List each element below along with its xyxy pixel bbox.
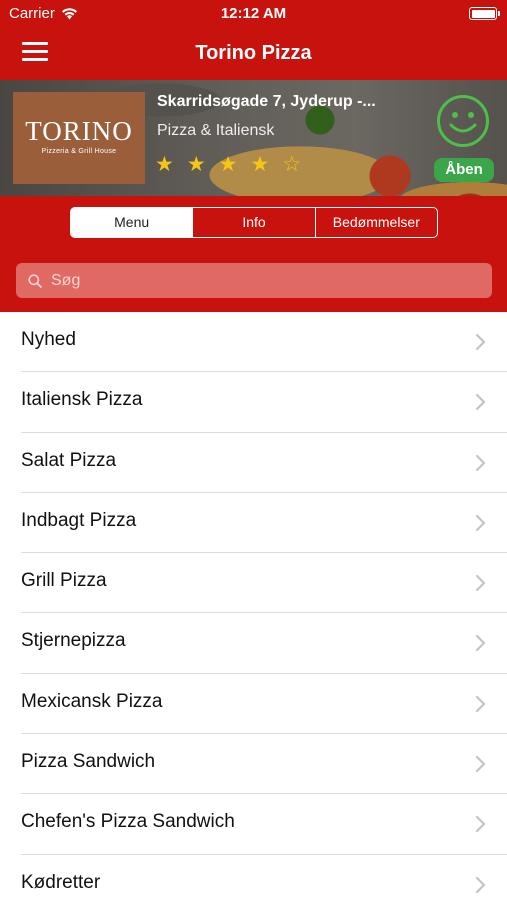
restaurant-cuisine: Pizza & Italiensk: [157, 122, 275, 139]
list-item-label: Kødretter: [21, 871, 101, 893]
status-time: 12:12 AM: [220, 5, 287, 22]
chevron-right-icon: [475, 514, 486, 531]
logo-name: TORINO: [25, 116, 133, 146]
list-item-label: Indbagt Pizza: [21, 509, 137, 531]
search-icon: [28, 273, 42, 288]
restaurant-logo: TORINO Pizzeria & Grill House: [13, 92, 145, 184]
nav-bar: Torino Pizza: [0, 28, 507, 80]
star-filled-icon: ★: [186, 153, 206, 176]
segmented-control: Menu Info Bedømmelser: [70, 207, 438, 238]
list-item-label: Nyhed: [21, 329, 76, 350]
chevron-right-icon: [475, 755, 486, 773]
tab-info[interactable]: Info: [192, 208, 314, 237]
tab-reviews[interactable]: Bedømmelser: [314, 208, 437, 237]
list-item[interactable]: Grill Pizza: [0, 553, 507, 614]
chevron-right-icon: [475, 635, 486, 652]
list-item-label: Italiensk Pizza: [21, 389, 143, 411]
smiley-icon[interactable]: [436, 94, 490, 148]
chevron-right-icon: [475, 816, 486, 833]
restaurant-banner: TORINO Pizzeria & Grill House Skarridsøg…: [0, 80, 507, 196]
restaurant-address: Skarridsøgade 7, Jyderup -...: [157, 93, 376, 110]
list-item[interactable]: Pizza Sandwich: [0, 734, 507, 795]
chevron-right-icon: [475, 333, 486, 351]
list-item-label: Pizza Sandwich: [21, 751, 156, 773]
status-bar: Carrier 12:12 AM: [0, 0, 507, 28]
search-input[interactable]: [51, 271, 471, 290]
list-item[interactable]: Indbagt Pizza: [0, 493, 507, 554]
list-item-label: Mexicansk Pizza: [21, 690, 163, 712]
list-item-label: Stjernepizza: [21, 630, 126, 652]
list-item[interactable]: Chefen's Pizza Sandwich: [0, 794, 507, 855]
list-item[interactable]: Kødretter: [0, 855, 507, 900]
category-list: Nyhed Italiensk Pizza Salat Pizza Indbagt P…: [0, 312, 507, 900]
list-item[interactable]: Nyhed: [0, 312, 507, 373]
star-filled-icon: ★: [155, 153, 174, 176]
list-item[interactable]: Salat Pizza: [0, 433, 507, 493]
search-area: [0, 249, 507, 312]
segment-area: Menu Info Bedømmelser: [0, 196, 507, 249]
list-item[interactable]: Stjernepizza: [0, 613, 507, 674]
status-badge: Åben: [434, 158, 494, 182]
chevron-right-icon: [475, 575, 486, 592]
chevron-right-icon: [475, 454, 486, 471]
star-filled-icon: ★: [250, 153, 270, 176]
list-item[interactable]: Mexicansk Pizza: [0, 674, 507, 735]
star-empty-icon: ☆: [282, 153, 302, 176]
chevron-right-icon: [475, 394, 486, 411]
tab-menu[interactable]: Menu: [71, 208, 193, 237]
logo-subtitle: Pizzeria & Grill House: [41, 148, 117, 155]
list-item[interactable]: Italiensk Pizza: [0, 372, 507, 433]
star-filled-icon: ★: [218, 153, 238, 176]
search-bar[interactable]: [16, 263, 492, 298]
list-item-label: Chefen's Pizza Sandwich: [21, 811, 235, 833]
chevron-right-icon: [475, 695, 486, 712]
rating-stars: ★ ★ ★ ★ ☆: [155, 152, 301, 177]
list-item-label: Grill Pizza: [21, 570, 107, 592]
chevron-right-icon: [475, 876, 486, 893]
list-item-label: Salat Pizza: [21, 449, 117, 471]
page-title: Torino Pizza: [195, 42, 312, 64]
battery-icon: [469, 7, 500, 20]
